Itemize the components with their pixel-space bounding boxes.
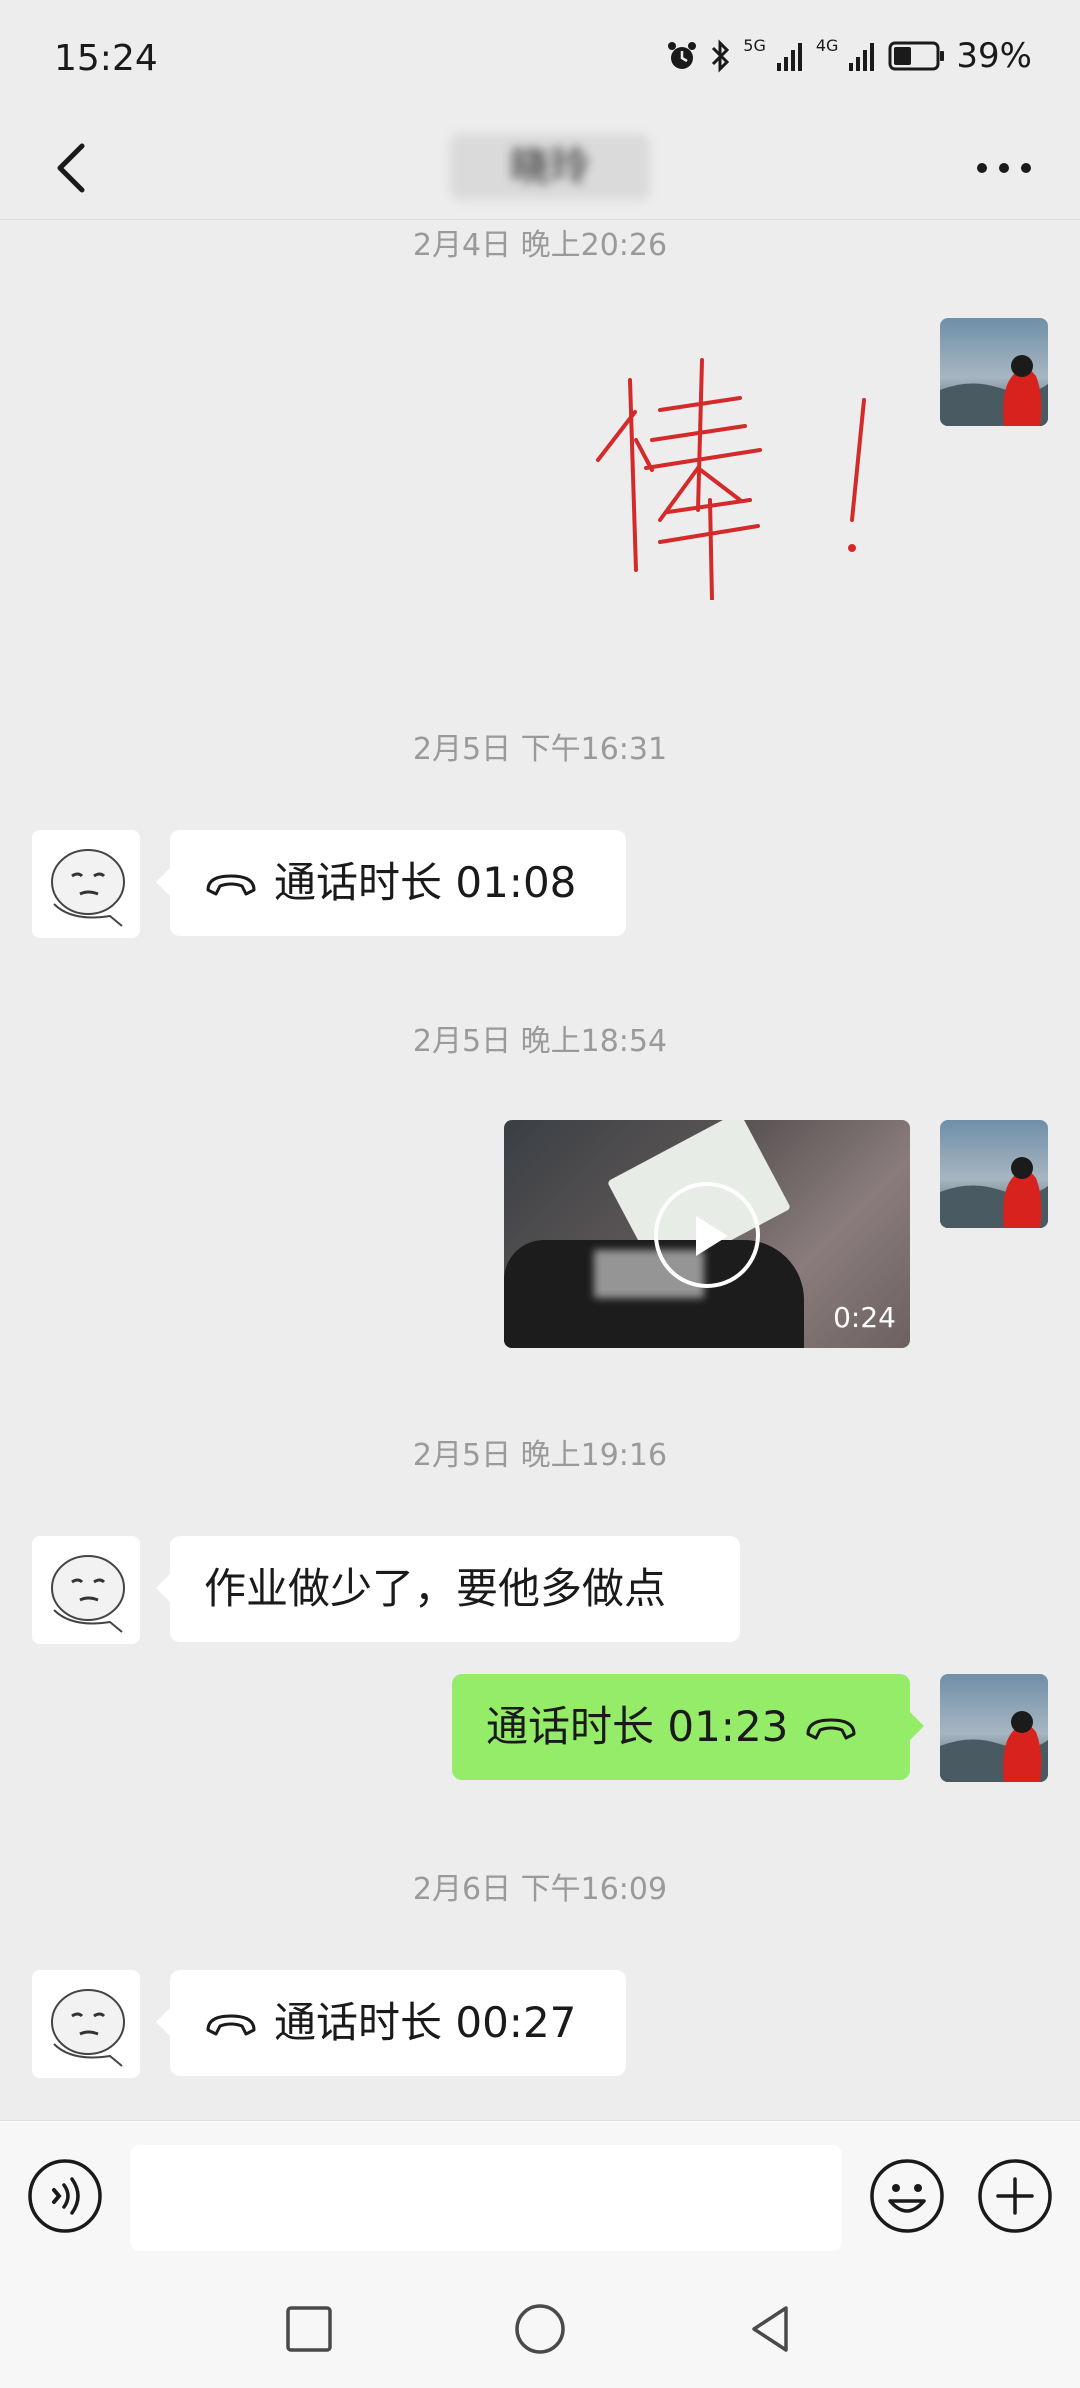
network-4g-label: 4G	[815, 36, 839, 55]
input-bar	[0, 2120, 1080, 2270]
phone-hangup-icon	[206, 2014, 256, 2036]
timestamp: 2月5日 下午16:31	[412, 732, 668, 767]
status-bar: 15:24 5G 4G 39%	[0, 0, 1080, 116]
system-navigation-bar	[0, 2270, 1080, 2388]
signal-icon-2	[849, 43, 875, 71]
timestamp: 2月4日 晚上20:26	[412, 228, 668, 263]
battery-icon	[888, 41, 945, 71]
video-duration: 0:24	[833, 1301, 896, 1334]
contact-avatar[interactable]	[32, 1970, 140, 2078]
chat-title: 晓玲	[450, 134, 650, 200]
call-record-bubble[interactable]: 通话时长 01:23	[452, 1674, 924, 1780]
plus-icon[interactable]	[976, 2157, 1054, 2235]
back-triangle-icon[interactable]	[740, 2298, 802, 2360]
emoji-icon[interactable]	[868, 2157, 946, 2235]
status-icons: 5G 4G 39%	[665, 36, 1032, 76]
home-icon[interactable]	[509, 2298, 571, 2360]
timestamp: 2月5日 晚上19:16	[412, 1438, 668, 1473]
timestamp: 2月5日 晚上18:54	[412, 1024, 668, 1059]
call-duration-text: 通话时长 00:27	[274, 1998, 577, 2047]
network-5g-label: 5G	[743, 36, 766, 55]
alarm-icon	[668, 42, 697, 69]
status-time: 15:24	[54, 38, 158, 79]
timestamp: 2月6日 下午16:09	[412, 1872, 668, 1907]
battery-percent: 39%	[956, 36, 1032, 76]
phone-hangup-icon	[206, 874, 256, 896]
bluetooth-icon	[712, 39, 730, 73]
text-message-bubble[interactable]: 作业做少了，要他多做点	[156, 1536, 740, 1642]
back-arrow-icon[interactable]	[40, 132, 112, 204]
voice-icon[interactable]	[26, 2157, 104, 2235]
message-list[interactable]: 2月4日 晚上20:26 2月5日 下午16:31 通话时长 01:08 2月5…	[0, 220, 1080, 2120]
my-avatar[interactable]	[940, 1674, 1048, 1782]
call-duration-text: 通话时长 01:08	[274, 858, 577, 907]
message-text: 作业做少了，要他多做点	[204, 1564, 667, 1613]
video-message[interactable]: 0:24	[504, 1120, 910, 1348]
more-options-icon[interactable]	[964, 140, 1044, 196]
phone-hangup-icon	[806, 1718, 856, 1740]
contact-avatar[interactable]	[32, 1536, 140, 1644]
my-avatar[interactable]	[940, 1120, 1048, 1228]
play-icon[interactable]	[654, 1182, 760, 1288]
signal-icon	[776, 43, 802, 71]
my-avatar[interactable]	[940, 318, 1048, 426]
sticker-great-image[interactable]	[590, 350, 910, 600]
call-record-bubble[interactable]: 通话时长 01:08	[156, 830, 626, 936]
message-input[interactable]	[130, 2145, 842, 2251]
chat-header: 晓玲	[0, 116, 1080, 220]
contact-avatar[interactable]	[32, 830, 140, 938]
recent-apps-icon[interactable]	[278, 2298, 340, 2360]
call-duration-text: 通话时长 01:23	[486, 1702, 789, 1751]
call-record-bubble[interactable]: 通话时长 00:27	[156, 1970, 626, 2076]
